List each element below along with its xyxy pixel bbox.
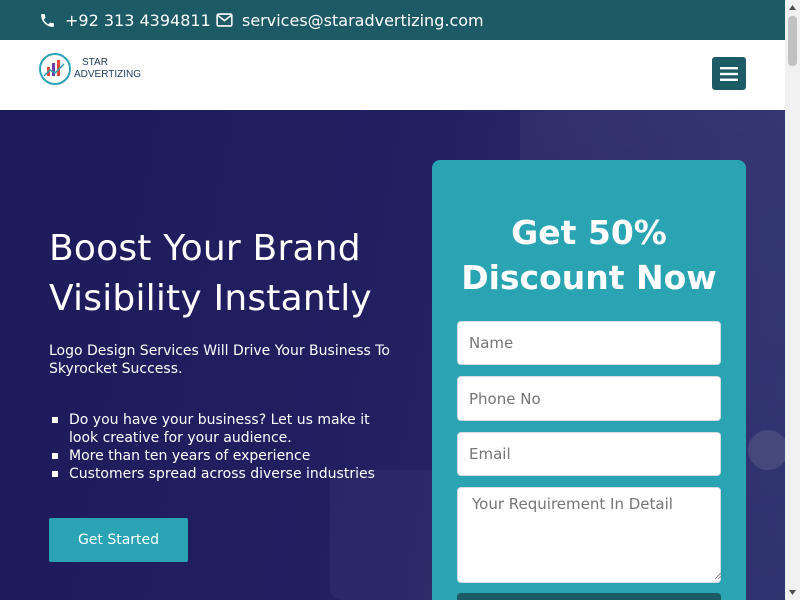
phone-input[interactable] [457, 376, 721, 421]
requirement-textarea[interactable] [457, 487, 721, 583]
logo-wordmark: STAR ADVERTIZING [74, 57, 141, 81]
submit-button[interactable] [457, 593, 721, 600]
logo-line-star: STAR [82, 57, 108, 68]
hero-background-shape [748, 430, 785, 470]
email-contact[interactable]: services@staradvertizing.com [215, 0, 484, 40]
hero-section: Boost Your Brand Visibility Instantly Lo… [0, 110, 785, 600]
hamburger-icon [720, 66, 738, 81]
site-logo[interactable]: STAR ADVERTIZING [38, 52, 141, 86]
hero-title: Boost Your Brand Visibility Instantly [49, 228, 372, 319]
logo-line-advertizing: ADVERTIZING [74, 69, 142, 80]
name-input[interactable] [457, 321, 721, 365]
resize-grip-icon[interactable] [715, 573, 721, 579]
phone-contact[interactable]: +92 313 4394811 [38, 0, 211, 40]
list-item: Do you have your business? Let us make i… [49, 411, 399, 447]
scroll-up-arrow-icon[interactable] [785, 0, 800, 15]
phone-icon [38, 11, 56, 29]
list-item: More than ten years of experience [49, 447, 399, 465]
phone-number: +92 313 4394811 [65, 10, 211, 30]
form-title: Get 50% Discount Now [461, 213, 717, 297]
email-address: services@staradvertizing.com [242, 10, 484, 30]
envelope-icon [215, 11, 233, 29]
hero-subtitle: Logo Design Services Will Drive Your Bus… [49, 343, 390, 377]
email-input[interactable] [457, 432, 721, 476]
list-item: Customers spread across diverse industri… [49, 465, 399, 483]
get-started-button[interactable]: Get Started [49, 518, 188, 562]
page-scrollbar[interactable] [785, 0, 800, 600]
top-contact-bar: +92 313 4394811 services@staradvertizing… [0, 0, 785, 40]
menu-toggle-button[interactable] [712, 57, 746, 90]
logo-mark-icon [39, 53, 71, 85]
scrollbar-thumb[interactable] [788, 16, 797, 66]
discount-form: Get 50% Discount Now [432, 160, 746, 600]
scroll-down-arrow-icon[interactable] [785, 585, 800, 600]
site-header: STAR ADVERTIZING [0, 40, 785, 110]
hero-bullet-list: Do you have your business? Let us make i… [49, 411, 399, 483]
